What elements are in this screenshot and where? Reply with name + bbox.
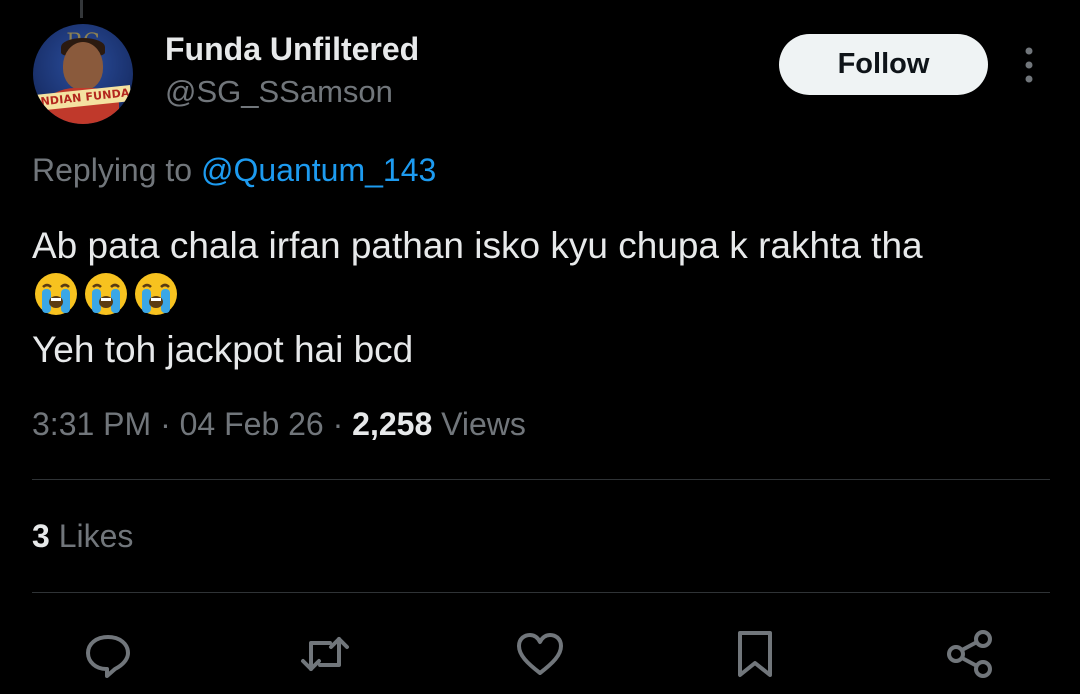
follow-button[interactable]: Follow — [779, 34, 988, 95]
divider — [32, 479, 1050, 480]
retweet-icon — [301, 637, 349, 671]
reply-button[interactable] — [82, 628, 134, 680]
share-icon — [947, 630, 992, 678]
tweet-time[interactable]: 3:31 PM — [32, 406, 151, 442]
reply-mention-link[interactable]: @Quantum_143 — [201, 152, 436, 188]
emoji-row — [32, 270, 180, 318]
divider — [32, 592, 1050, 593]
likes-label: Likes — [49, 518, 134, 554]
likes-link[interactable]: 3 Likes — [32, 518, 133, 555]
bookmark-button[interactable] — [729, 628, 781, 680]
tweet-meta: 3:31 PM · 04 Feb 26 · 2,258 Views — [32, 406, 526, 442]
loudly-crying-face-icon — [35, 273, 77, 315]
views-label: Views — [432, 406, 526, 442]
loudly-crying-face-icon — [85, 273, 127, 315]
share-button[interactable] — [944, 628, 996, 680]
like-icon — [517, 633, 563, 675]
author-handle[interactable]: @SG_SSamson — [165, 74, 393, 110]
author-display-name[interactable]: Funda Unfiltered — [165, 31, 419, 68]
tweet-text-line-1: Ab pata chala irfan pathan isko kyu chup… — [32, 225, 923, 266]
like-button[interactable] — [514, 628, 566, 680]
retweet-button[interactable] — [299, 628, 351, 680]
avatar[interactable]: RC INDIAN FUNDA — [33, 24, 133, 124]
replying-to-line: Replying to @Quantum_143 — [32, 152, 436, 189]
tweet-text-line-2: Yeh toh jackpot hai bcd — [32, 329, 414, 370]
views-count: 2,258 — [352, 406, 433, 442]
tweet-date[interactable]: 04 Feb 26 — [180, 406, 324, 442]
thread-connector-line — [80, 0, 83, 18]
reply-icon — [86, 635, 130, 678]
replying-to-label: Replying to — [32, 152, 201, 188]
likes-count: 3 — [32, 518, 50, 554]
bookmark-icon — [738, 631, 772, 677]
loudly-crying-face-icon — [135, 273, 177, 315]
more-options-icon[interactable] — [1017, 45, 1041, 85]
